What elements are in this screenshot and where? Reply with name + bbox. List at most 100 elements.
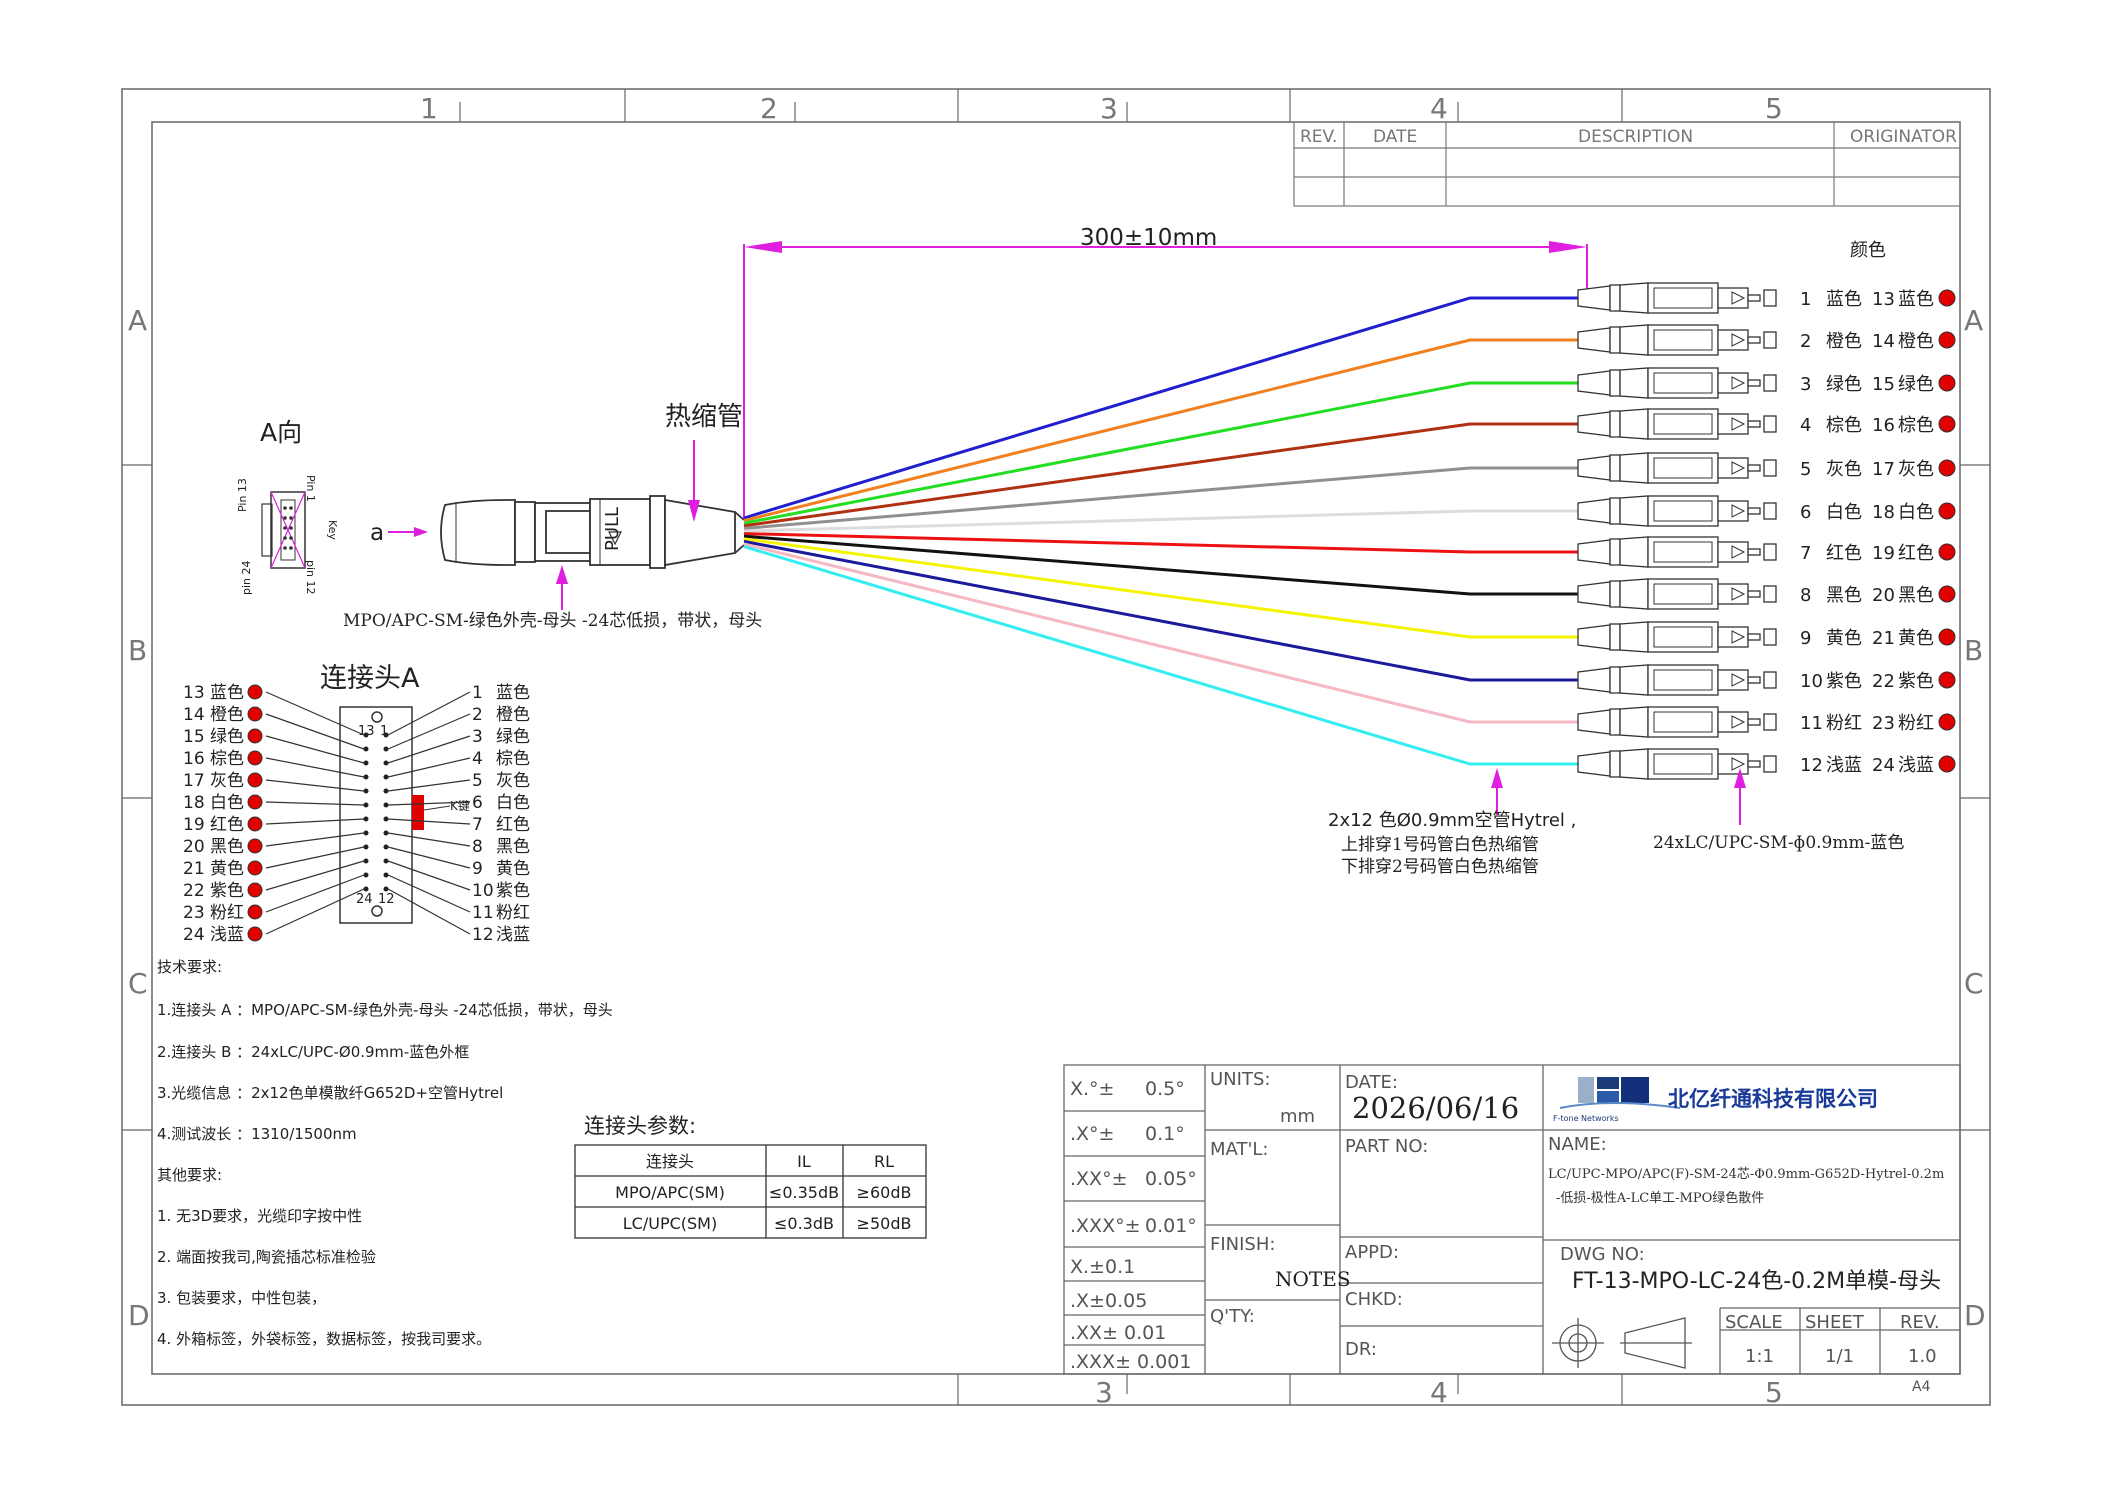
company-logo (1559, 1077, 1681, 1109)
color-dot-icon (1938, 459, 1956, 477)
params-cell: ≤0.3dB (774, 1214, 834, 1233)
params-header: IL (797, 1152, 811, 1171)
lc-connector (1577, 748, 1777, 780)
pin-hole (363, 732, 369, 738)
date-value: 2026/06/16 (1352, 1091, 1519, 1125)
pin-number: 15 (183, 727, 205, 747)
pin-color-name: 棕色 (210, 749, 244, 769)
pin-hole (383, 858, 389, 864)
pin-hole (383, 872, 389, 878)
pin-number: 1 (472, 683, 483, 703)
fiber-b-number: 17 (1872, 459, 1895, 480)
fiber-a-number: 7 (1800, 543, 1811, 564)
tol-label: .XX°± (1070, 1168, 1128, 1190)
fiber-a-color: 黄色 (1826, 628, 1862, 649)
lc-body (1619, 367, 1649, 399)
name-label: NAME: (1548, 1134, 1607, 1155)
pin-leader (265, 691, 365, 736)
fiber-b-number: 14 (1872, 331, 1895, 352)
lc-ferrule (1747, 718, 1761, 726)
params-header: RL (874, 1152, 894, 1171)
dwg-number: FT-13-MPO-LC-24色-0.2M单模-母头 (1572, 1269, 1941, 1294)
dr-label: DR: (1345, 1339, 1377, 1360)
params-cell: LC/UPC(SM) (623, 1214, 717, 1233)
pin13-label: Pin 13 (236, 478, 249, 512)
pin-hole (383, 788, 389, 794)
pin-color-name: 红色 (210, 815, 244, 835)
pin-leader (387, 874, 471, 913)
lc-collar (1609, 750, 1621, 778)
lc-connector (1577, 536, 1777, 568)
lc-connector (1577, 452, 1777, 484)
lc-connector (1577, 495, 1777, 527)
fiber-a-color: 棕色 (1826, 415, 1862, 436)
pin-hole (383, 830, 389, 836)
fiber-a-color: 浅蓝 (1826, 755, 1862, 776)
lc-dust-cap (1763, 459, 1777, 477)
pin-color-name: 绿色 (210, 727, 244, 747)
fiber-b-color: 灰色 (1898, 459, 1934, 480)
lc-body (1619, 621, 1649, 653)
lc-dust-cap (1763, 374, 1777, 392)
view-arrow (388, 527, 428, 537)
tol-label: .XX± 0.01 (1070, 1322, 1166, 1344)
fiber-layer: 1 蓝色 13 蓝色2 橙色 14 橙色3 绿色 15 绿色4 棕色 16 棕色5 灰色 17 灰色6 白色 18… (743, 282, 1956, 780)
units-label: UNITS: (1210, 1069, 1270, 1090)
pin-leader (265, 874, 365, 913)
pin-hole (363, 844, 369, 850)
tech-item: 1.连接头 A ：MPO/APC-SM-绿色外壳-母头 -24芯低损，带状，母头 (157, 1001, 613, 1019)
pin24-label: pin 24 (240, 560, 253, 595)
cable-note-3: 下排穿2号码管白色热缩管 (1341, 857, 1539, 877)
lc-collar (1609, 538, 1621, 566)
pin-hole (363, 830, 369, 836)
pull-label: PULL (602, 507, 623, 551)
pin-number: 16 (183, 749, 205, 769)
cable-note-2: 上排穿1号码管白色热缩管 (1341, 835, 1539, 855)
fiber-line (743, 539, 1578, 682)
pin-number: 23 (183, 903, 205, 923)
pin-leader (387, 691, 471, 736)
pin-leader (265, 888, 365, 935)
pin-color-name: 粉红 (496, 903, 530, 923)
pin-color-name: 蓝色 (496, 683, 530, 703)
fiber-a-color: 黑色 (1826, 585, 1862, 606)
other-item: 2. 端面按我司,陶瓷插芯标准检验 (157, 1248, 376, 1266)
fiber-b-color: 蓝色 (1898, 289, 1934, 310)
lc-dust-cap (1763, 543, 1777, 561)
fiber-12: 12 浅蓝 24 浅蓝 (743, 545, 1956, 780)
col-label-top: 4 (1430, 92, 1448, 125)
lc-dust-cap (1763, 628, 1777, 646)
tech-item: 2.连接头 B ：24xLC/UPC-Ø0.9mm-蓝色外框 (157, 1043, 469, 1061)
fiber-b-number: 20 (1872, 585, 1895, 606)
lc-collar (1609, 708, 1621, 736)
face-12-label: 12 (378, 892, 395, 907)
lc-connector (1577, 706, 1777, 738)
company-name: 北亿纤通科技有限公司 (1668, 1087, 1878, 1111)
view-a-label: A向 (260, 418, 302, 447)
other-item: 3. 包装要求，中性包装， (157, 1289, 326, 1307)
params-cell: ≤0.35dB (769, 1183, 839, 1202)
fiber-b-color: 黑色 (1898, 585, 1934, 606)
pin-hole (363, 886, 369, 892)
row-label-right: A (1964, 304, 1983, 337)
lc-boot (1577, 370, 1611, 396)
fiber-b-number: 18 (1872, 502, 1895, 523)
projection-symbol-icon (1552, 1317, 1692, 1369)
pin-number: 5 (472, 771, 483, 791)
lc-boot (1577, 327, 1611, 353)
row-label-right: C (1964, 967, 1984, 1000)
tech-item: 4.测试波长 ：1310/1500nm (157, 1125, 357, 1143)
pin-color-name: 紫色 (496, 881, 530, 901)
fiber-line (743, 532, 1578, 554)
pin-number: 20 (183, 837, 205, 857)
lc-body (1619, 324, 1649, 356)
pin-color-name: 黑色 (496, 837, 530, 857)
lc-description: 24xLC/UPC-SM-ɸ0.9mm-蓝色 (1653, 833, 1904, 853)
units-value: mm (1280, 1106, 1315, 1127)
lc-ferrule (1747, 590, 1761, 598)
drawing-sheet: 1 2 3 4 5 3 4 5 A B C D A B C D REV. DAT… (0, 0, 2105, 1488)
pin-number: 9 (472, 859, 483, 879)
lc-body (1619, 664, 1649, 696)
tol-value: 0.5° (1145, 1078, 1185, 1100)
part-name-line1: LC/UPC-MPO/APC(F)-SM-24芯-Φ0.9mm-G652D-Hy… (1548, 1167, 1944, 1182)
